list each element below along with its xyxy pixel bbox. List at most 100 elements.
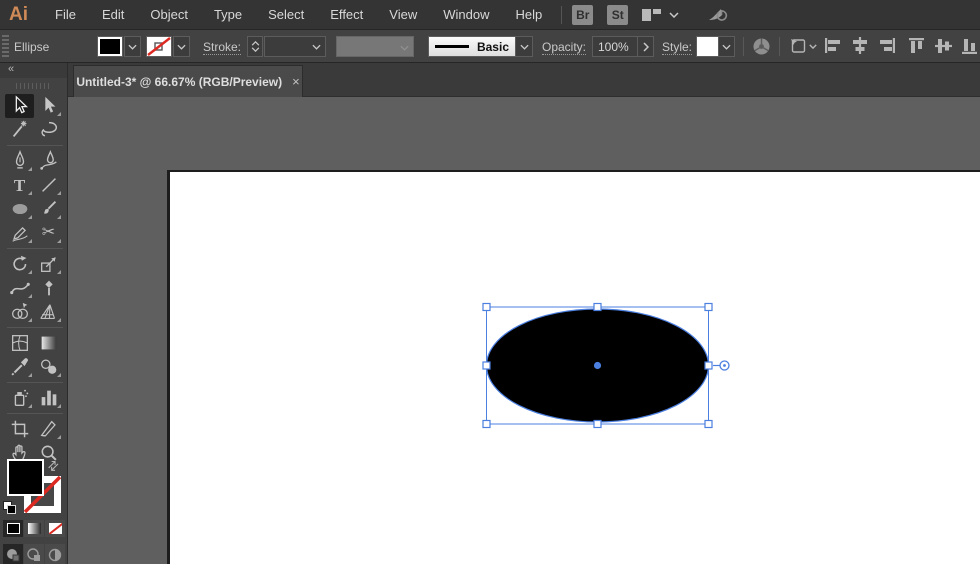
- center-point[interactable]: [593, 361, 602, 370]
- selection-tool[interactable]: [5, 94, 34, 118]
- arrange-documents-icon: [642, 8, 662, 21]
- align-horizontal-center-button[interactable]: [851, 37, 869, 54]
- scale-tool[interactable]: [34, 252, 63, 276]
- stroke-color-dropdown[interactable]: [173, 36, 190, 57]
- selected-tool-label: Ellipse: [14, 40, 50, 54]
- lasso-icon: [40, 121, 57, 137]
- draw-behind-button[interactable]: [24, 544, 44, 564]
- handle-middle-left[interactable]: [482, 361, 491, 370]
- bridge-badge-button[interactable]: Br: [572, 4, 594, 25]
- stroke-weight-field[interactable]: [264, 36, 326, 57]
- blend-tool[interactable]: [34, 355, 63, 379]
- menu-type[interactable]: Type: [201, 0, 255, 30]
- handle-bottom-right[interactable]: [704, 419, 713, 429]
- toolbar-collapse-button[interactable]: «: [0, 63, 67, 78]
- curvature-tool[interactable]: [34, 149, 63, 173]
- puppet-warp-tool[interactable]: [34, 276, 63, 300]
- symbol-sprayer-tool[interactable]: [5, 386, 34, 410]
- graphic-style-swatch[interactable]: [696, 36, 719, 57]
- line-segment-tool[interactable]: [34, 173, 63, 197]
- opacity-panel-link[interactable]: Opacity:: [542, 40, 587, 55]
- chevron-down-icon: [400, 45, 409, 51]
- selected-ellipse-group[interactable]: [68, 97, 980, 564]
- stroke-weight-stepper[interactable]: [247, 36, 263, 57]
- draw-normal-button[interactable]: [3, 544, 23, 564]
- width-tool[interactable]: [5, 276, 34, 300]
- rotate-tool[interactable]: [5, 252, 34, 276]
- ellipse-tool[interactable]: [5, 197, 34, 221]
- opacity-field[interactable]: 100%: [592, 36, 638, 57]
- handle-top-center[interactable]: [593, 302, 602, 312]
- stroke-panel-link[interactable]: Stroke:: [203, 40, 242, 55]
- pen-tool[interactable]: [5, 149, 34, 173]
- stroke-color-swatch[interactable]: [146, 36, 172, 57]
- control-bar: Ellipse Stroke: Basic Opacity: 100% Styl…: [0, 30, 980, 63]
- gradient-button[interactable]: [24, 520, 44, 537]
- handle-bottom-left[interactable]: [482, 419, 491, 429]
- handle-top-right[interactable]: [704, 302, 713, 312]
- align-vertical-center-button[interactable]: [935, 37, 952, 55]
- magic-wand-icon: [12, 120, 26, 137]
- scissors-icon: ✂: [41, 224, 56, 241]
- align-vertical-bottom-button[interactable]: [961, 37, 978, 55]
- swap-fill-stroke-icon[interactable]: ⇄: [44, 456, 63, 475]
- menu-object[interactable]: Object: [137, 0, 201, 30]
- tab-close-icon[interactable]: ×: [292, 74, 300, 89]
- document-tab[interactable]: Untitled-3* @ 66.67% (RGB/Preview) ×: [73, 65, 303, 97]
- align-horizontal-left-button[interactable]: [824, 37, 842, 54]
- handle-bottom-center[interactable]: [593, 419, 602, 429]
- draw-inside-button[interactable]: [45, 544, 65, 564]
- menu-edit[interactable]: Edit: [89, 0, 137, 30]
- none-button[interactable]: [45, 520, 65, 537]
- color-button[interactable]: [3, 520, 23, 537]
- document-tab-bar: Untitled-3* @ 66.67% (RGB/Preview) ×: [68, 63, 980, 97]
- menu-file[interactable]: File: [42, 0, 89, 30]
- handle-top-left[interactable]: [482, 302, 491, 312]
- graphic-style-dropdown[interactable]: [718, 36, 735, 57]
- menu-help[interactable]: Help: [502, 0, 555, 30]
- fill-color-swatch[interactable]: [97, 36, 123, 57]
- perspective-grid-tool[interactable]: [34, 300, 63, 324]
- select-similar-objects-button[interactable]: [789, 37, 817, 55]
- brush-stroke-preview: [435, 45, 469, 48]
- gradient-tool[interactable]: [34, 331, 63, 355]
- menu-effect[interactable]: Effect: [317, 0, 376, 30]
- shape-builder-tool[interactable]: [5, 300, 34, 324]
- paintbrush-tool[interactable]: [34, 197, 63, 221]
- opacity-stepper-button[interactable]: [637, 36, 654, 57]
- control-bar-grip[interactable]: [2, 35, 9, 57]
- recolor-artwork-button[interactable]: [752, 37, 771, 56]
- direct-selection-tool[interactable]: [34, 94, 63, 118]
- toolbar-grip[interactable]: [0, 78, 67, 94]
- pencil-tool[interactable]: [5, 221, 34, 245]
- lasso-tool[interactable]: [34, 118, 63, 142]
- handle-middle-right[interactable]: [704, 361, 713, 370]
- column-graph-tool[interactable]: [34, 386, 63, 410]
- brush-profile-chevron[interactable]: [515, 36, 533, 57]
- perspective-grid-icon: [39, 304, 55, 319]
- magic-wand-tool[interactable]: [5, 118, 34, 142]
- fill-proxy-swatch[interactable]: [7, 459, 44, 496]
- variable-width-profile-dropdown[interactable]: Basic: [428, 36, 516, 57]
- artboard-tool[interactable]: [5, 417, 34, 441]
- paintbrush-icon: [43, 201, 56, 214]
- menu-view[interactable]: View: [376, 0, 430, 30]
- align-v-top-icon: [909, 38, 924, 53]
- mesh-tool[interactable]: [5, 331, 34, 355]
- canvas-area[interactable]: [68, 97, 980, 564]
- align-horizontal-right-button[interactable]: [878, 37, 896, 54]
- fill-color-dropdown[interactable]: [124, 36, 141, 57]
- stock-badge-button[interactable]: St: [607, 4, 629, 25]
- menu-window[interactable]: Window: [430, 0, 502, 30]
- slice-tool[interactable]: [34, 417, 63, 441]
- align-vertical-top-button[interactable]: [908, 37, 925, 55]
- type-tool[interactable]: T: [5, 173, 34, 197]
- control-separator: [743, 37, 744, 56]
- eyedropper-tool[interactable]: [5, 355, 34, 379]
- scissors-tool[interactable]: ✂: [34, 221, 63, 245]
- arrange-documents-button[interactable]: [642, 8, 679, 22]
- gpu-performance-button[interactable]: [707, 6, 729, 24]
- default-fill-stroke-icon[interactable]: [3, 501, 17, 515]
- style-panel-link[interactable]: Style:: [662, 40, 693, 55]
- menu-select[interactable]: Select: [255, 0, 317, 30]
